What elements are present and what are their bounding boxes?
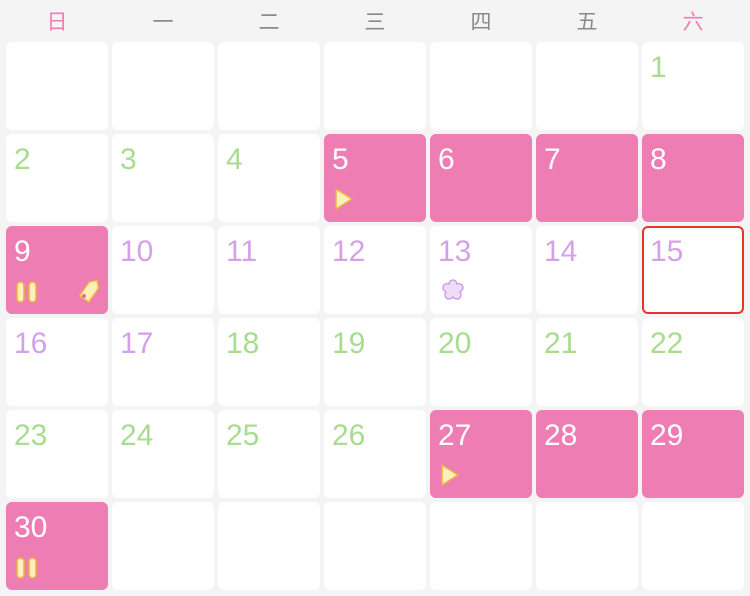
day-number: 4 [226, 143, 243, 176]
day-cell[interactable]: 9 [6, 226, 108, 314]
weekday-sun: 日 [46, 11, 68, 34]
day-number: 23 [14, 419, 48, 452]
weekday-wed: 三 [364, 11, 386, 34]
day-cell[interactable]: 20 [430, 318, 532, 406]
empty-day-cell [536, 42, 638, 130]
empty-day-cell [218, 42, 320, 130]
day-cell-today[interactable]: 15 [642, 226, 744, 314]
weekday-fri: 五 [576, 11, 598, 34]
day-number: 30 [14, 511, 48, 544]
empty-day-cell [112, 502, 214, 590]
empty-day-cell [218, 502, 320, 590]
day-cell[interactable]: 10 [112, 226, 214, 314]
day-number: 19 [332, 327, 366, 360]
day-number: 13 [438, 235, 472, 268]
day-cell[interactable]: 13 [430, 226, 532, 314]
day-cell[interactable]: 16 [6, 318, 108, 406]
day-number: 22 [650, 327, 684, 360]
day-number: 21 [544, 327, 578, 360]
empty-day-cell [430, 502, 532, 590]
day-number: 8 [650, 143, 667, 176]
day-number: 7 [544, 143, 561, 176]
day-cell[interactable]: 24 [112, 410, 214, 498]
weekday-sat: 六 [682, 11, 704, 34]
day-number: 2 [14, 143, 31, 176]
day-number: 29 [650, 419, 684, 452]
day-number: 5 [332, 143, 349, 176]
tag-icon [76, 279, 102, 308]
flower-icon [440, 277, 466, 308]
pill-icon [15, 281, 39, 308]
empty-day-cell [6, 42, 108, 130]
day-cell[interactable]: 26 [324, 410, 426, 498]
day-number: 6 [438, 143, 455, 176]
empty-day-cell [324, 42, 426, 130]
day-number: 26 [332, 419, 366, 452]
day-cell[interactable]: 29 [642, 410, 744, 498]
weekday-thu: 四 [470, 11, 492, 34]
day-number: 15 [650, 235, 684, 268]
day-cell[interactable]: 25 [218, 410, 320, 498]
day-number: 1 [650, 51, 667, 84]
day-number: 20 [438, 327, 472, 360]
weekday-header: 日 一 二 三 四 五 六 [0, 0, 750, 42]
day-number: 28 [544, 419, 578, 452]
day-number: 10 [120, 235, 154, 268]
day-number: 14 [544, 235, 578, 268]
weekday-tue: 二 [258, 11, 280, 34]
day-number: 12 [332, 235, 366, 268]
day-cell[interactable]: 1 [642, 42, 744, 130]
day-number: 17 [120, 327, 154, 360]
day-cell[interactable]: 19 [324, 318, 426, 406]
day-cell[interactable]: 30 [6, 502, 108, 590]
day-cell[interactable]: 3 [112, 134, 214, 222]
day-cell[interactable]: 14 [536, 226, 638, 314]
day-cell[interactable]: 21 [536, 318, 638, 406]
day-cell[interactable]: 17 [112, 318, 214, 406]
play-icon [439, 463, 461, 492]
day-cell[interactable]: 22 [642, 318, 744, 406]
day-cell[interactable]: 23 [6, 410, 108, 498]
day-cell[interactable]: 7 [536, 134, 638, 222]
empty-day-cell [430, 42, 532, 130]
day-number: 25 [226, 419, 260, 452]
pill-icon [15, 557, 39, 584]
day-cell[interactable]: 18 [218, 318, 320, 406]
empty-day-cell [112, 42, 214, 130]
day-cell[interactable]: 11 [218, 226, 320, 314]
day-cell[interactable]: 28 [536, 410, 638, 498]
day-cell[interactable]: 12 [324, 226, 426, 314]
day-number: 11 [226, 235, 258, 268]
play-icon [333, 187, 355, 216]
empty-day-cell [536, 502, 638, 590]
weekday-mon: 一 [152, 11, 174, 34]
day-number: 3 [120, 143, 137, 176]
empty-day-cell [324, 502, 426, 590]
day-cell[interactable]: 8 [642, 134, 744, 222]
calendar-grid: 1 2 3 4 5 6 7 8 9 10 11 12 13 14 15 16 17 18 19 20 21 22 23 24 2… [6, 42, 744, 590]
day-number: 27 [438, 419, 472, 452]
day-number: 9 [14, 235, 31, 268]
day-number: 24 [120, 419, 154, 452]
day-cell[interactable]: 6 [430, 134, 532, 222]
day-cell[interactable]: 27 [430, 410, 532, 498]
empty-day-cell [642, 502, 744, 590]
day-number: 16 [14, 327, 48, 360]
day-cell[interactable]: 4 [218, 134, 320, 222]
day-cell[interactable]: 5 [324, 134, 426, 222]
day-cell[interactable]: 2 [6, 134, 108, 222]
day-number: 18 [226, 327, 260, 360]
